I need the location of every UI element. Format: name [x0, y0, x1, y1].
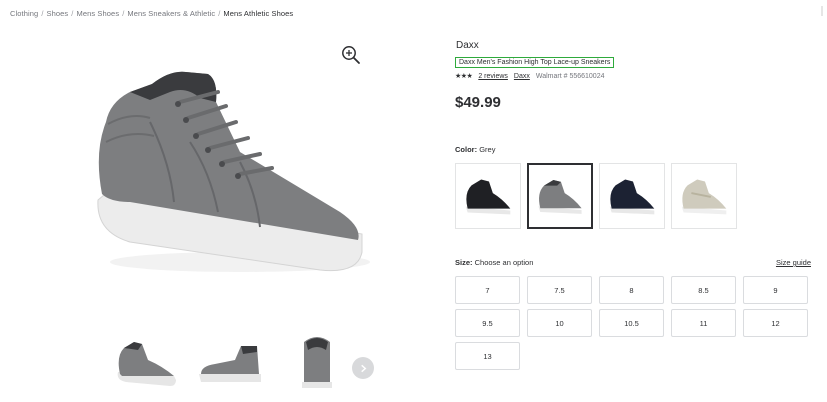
breadcrumb-item-current[interactable]: Mens Athletic Shoes — [223, 9, 293, 18]
breadcrumb-separator: / — [122, 9, 125, 18]
color-swatch-cream[interactable] — [671, 163, 737, 229]
color-swatch-grey[interactable] — [527, 163, 593, 229]
breadcrumb-item-mens-sneakers[interactable]: Mens Sneakers & Athletic — [127, 9, 215, 18]
size-option-13[interactable]: 13 — [455, 342, 520, 370]
color-swatch-black[interactable] — [455, 163, 521, 229]
sneaker-back-thumbnail — [302, 337, 332, 388]
size-option-8-5[interactable]: 8.5 — [671, 276, 736, 304]
breadcrumb-item-clothing[interactable]: Clothing — [10, 9, 38, 18]
size-option-11[interactable]: 11 — [671, 309, 736, 337]
reviews-link[interactable]: 2 reviews — [478, 73, 508, 80]
breadcrumb-item-mens-shoes[interactable]: Mens Shoes — [76, 9, 119, 18]
size-option-9[interactable]: 9 — [743, 276, 808, 304]
size-option-12[interactable]: 12 — [743, 309, 808, 337]
product-meta: ★★★ 2 reviews Daxx Walmart # 556610024 — [455, 72, 815, 81]
grey-sneaker-image — [538, 180, 582, 214]
breadcrumb-item-shoes[interactable]: Shoes — [47, 9, 69, 18]
size-label: Size: — [455, 258, 473, 267]
navy-sneaker-image — [609, 179, 655, 215]
size-option-7-5[interactable]: 7.5 — [527, 276, 592, 304]
thumbnail-1[interactable] — [108, 332, 178, 390]
scrollbar-edge — [821, 6, 823, 16]
breadcrumb: Clothing / Shoes / Mens Shoes / Mens Sneakers … — [10, 9, 293, 18]
size-option-9-5[interactable]: 9.5 — [455, 309, 520, 337]
main-product-image[interactable] — [90, 62, 370, 282]
product-price: $49.99 — [455, 94, 501, 111]
carousel-next-button[interactable] — [352, 357, 374, 379]
product-info: Daxx Daxx Men's Fashion High Top Lace-up… — [455, 40, 815, 111]
size-guide-link[interactable]: Size guide — [776, 258, 811, 267]
size-option-7[interactable]: 7 — [455, 276, 520, 304]
color-label: Color: Grey — [455, 145, 495, 154]
color-label-key: Color: — [455, 145, 478, 154]
grey-high-top-sneaker-image — [97, 71, 370, 272]
sneaker-side-thumbnail — [117, 342, 176, 386]
breadcrumb-separator: / — [218, 9, 221, 18]
color-swatch-navy[interactable] — [599, 163, 665, 229]
product-title: Daxx Men's Fashion High Top Lace-up Snea… — [455, 57, 615, 68]
brand-link[interactable]: Daxx — [514, 73, 530, 80]
black-sneaker-image — [465, 179, 511, 215]
cream-sneaker-image — [681, 179, 727, 215]
size-option-8[interactable]: 8 — [599, 276, 664, 304]
color-selected-value: Grey — [479, 145, 496, 154]
chevron-right-icon — [360, 364, 366, 372]
brand-name[interactable]: Daxx — [456, 40, 815, 51]
sneaker-profile-thumbnail — [199, 346, 261, 382]
breadcrumb-separator: / — [71, 9, 74, 18]
size-header: Size: Choose an option Size guide — [455, 258, 811, 267]
breadcrumb-separator: / — [41, 9, 44, 18]
size-option-10[interactable]: 10 — [527, 309, 592, 337]
rating-stars[interactable]: ★★★ — [455, 72, 473, 80]
size-option-10-5[interactable]: 10.5 — [599, 309, 664, 337]
thumbnail-3[interactable] — [282, 332, 352, 390]
walmart-number: Walmart # 556610024 — [535, 72, 605, 80]
thumbnail-2[interactable] — [195, 332, 265, 390]
size-prompt: Choose an option — [474, 258, 534, 267]
